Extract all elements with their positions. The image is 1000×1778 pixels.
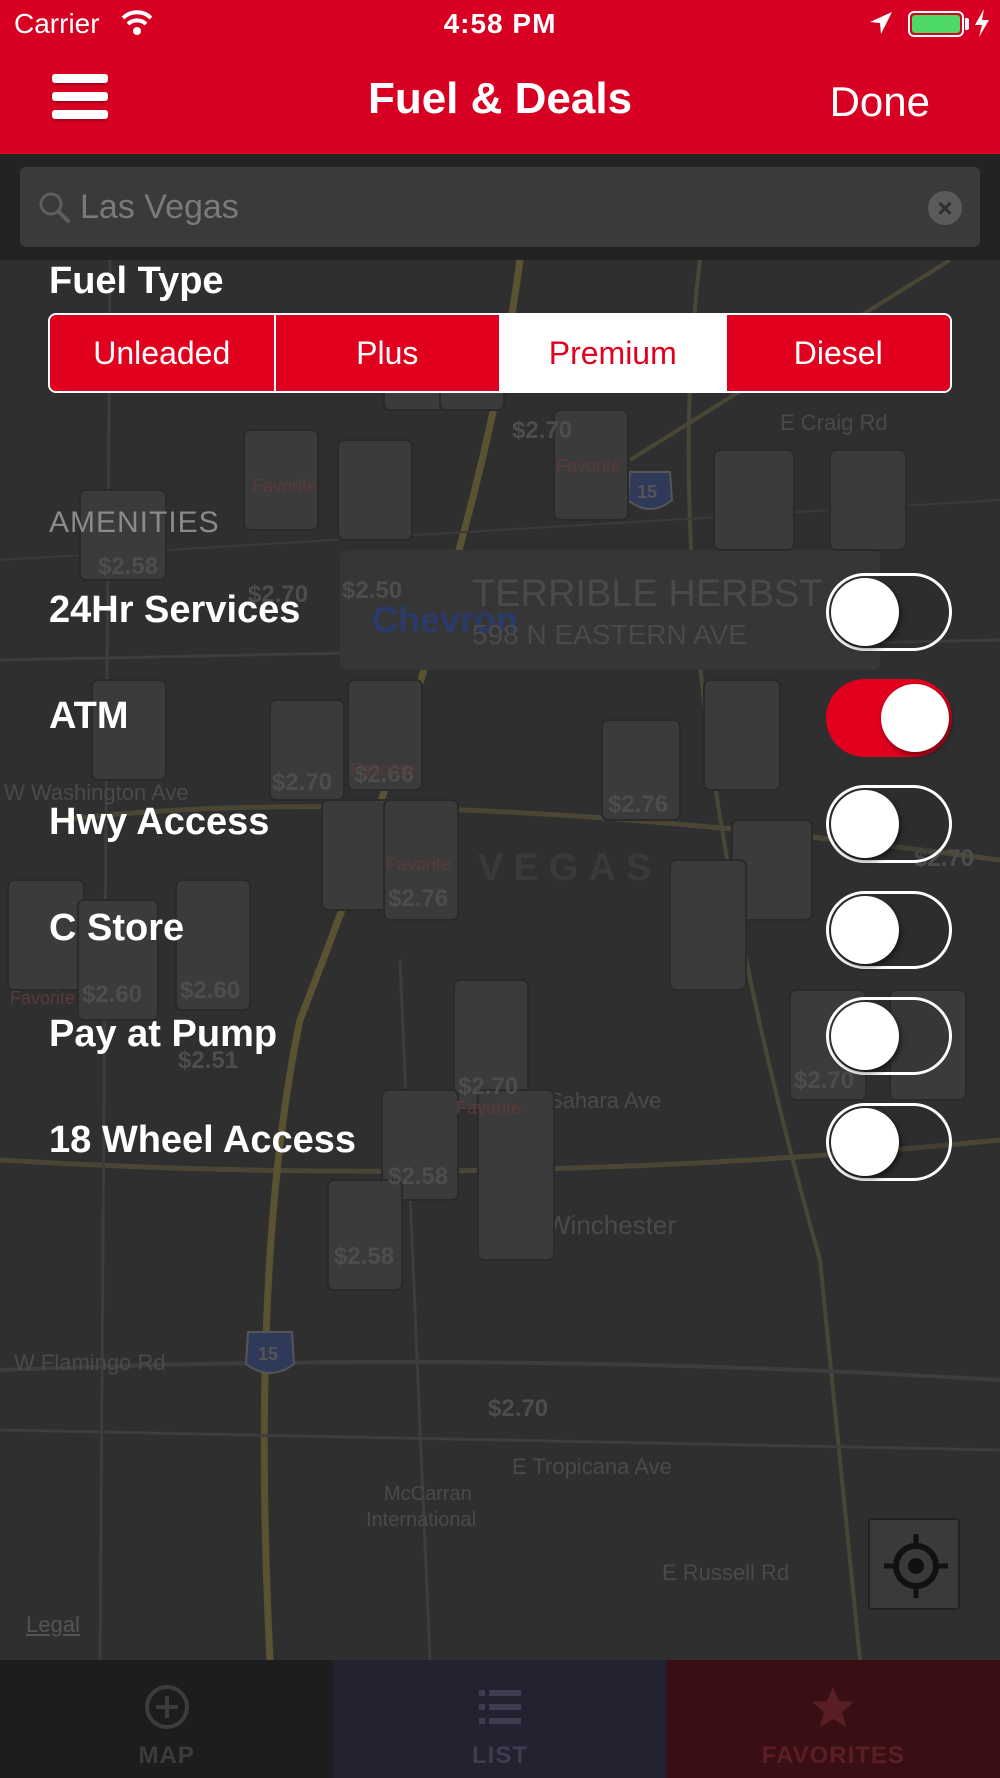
toggle-pay-at-pump[interactable] <box>826 997 952 1075</box>
svg-text:15: 15 <box>258 1344 278 1364</box>
tab-bar: MAP LIST FAVORITES <box>0 1660 1000 1778</box>
status-bar: Carrier 4:58 PM <box>0 0 1000 50</box>
crosshair-icon <box>884 1534 948 1598</box>
amenity-row-24hr: 24Hr Services <box>0 559 1000 665</box>
svg-text:International: International <box>366 1509 476 1531</box>
done-button[interactable]: Done <box>830 78 930 126</box>
svg-text:Winchester: Winchester <box>546 1210 676 1240</box>
amenity-label: 24Hr Services <box>49 589 301 631</box>
battery-cap <box>965 18 969 30</box>
svg-text:$2.58: $2.58 <box>334 1243 394 1270</box>
map-plus-icon <box>144 1685 189 1729</box>
map-legal-link[interactable]: Legal <box>26 1612 80 1638</box>
search-bar: × <box>20 167 980 247</box>
toggle-atm[interactable] <box>826 679 952 757</box>
amenity-label: Hwy Access <box>49 801 270 843</box>
toggle-18-wheel-access[interactable] <box>826 1103 952 1181</box>
search-icon <box>39 192 70 223</box>
status-time: 4:58 PM <box>443 8 557 39</box>
star-icon <box>812 1687 855 1727</box>
amenity-row-18-wheel: 18 Wheel Access <box>0 1089 1000 1195</box>
svg-text:McCarran: McCarran <box>384 1483 472 1505</box>
tab-label: LIST <box>471 1742 528 1769</box>
amenity-label: C Store <box>49 907 185 949</box>
tab-list[interactable]: LIST <box>333 1660 667 1778</box>
charging-bolt-icon <box>975 9 989 37</box>
battery-icon <box>908 11 964 37</box>
svg-text:W Flamingo Rd: W Flamingo Rd <box>14 1350 166 1375</box>
clear-search-icon[interactable]: × <box>928 191 962 225</box>
fuel-type-diesel[interactable]: Diesel <box>726 315 950 391</box>
tab-favorites[interactable]: FAVORITES <box>666 1660 1000 1778</box>
locate-me-button[interactable] <box>868 1518 960 1610</box>
amenity-label: Pay at Pump <box>49 1013 278 1055</box>
toggle-hwy-access[interactable] <box>826 785 952 863</box>
fuel-type-plus[interactable]: Plus <box>275 315 501 391</box>
svg-text:$2.70: $2.70 <box>512 417 572 444</box>
top-bar: Carrier 4:58 PM Fuel & Deals Done <box>0 0 1000 154</box>
svg-text:E Tropicana Ave: E Tropicana Ave <box>512 1454 672 1479</box>
list-icon <box>478 1690 521 1724</box>
svg-text:$2.70: $2.70 <box>488 1395 548 1422</box>
fuel-type-label: Fuel Type <box>49 260 224 302</box>
search-input[interactable] <box>80 179 920 235</box>
toggle-24hr-services[interactable] <box>826 573 952 651</box>
toggle-c-store[interactable] <box>826 891 952 969</box>
svg-text:E Craig Rd: E Craig Rd <box>780 410 888 435</box>
fuel-type-unleaded[interactable]: Unleaded <box>50 315 276 391</box>
tab-label: FAVORITES <box>761 1742 905 1769</box>
amenity-row-atm: ATM <box>0 665 1000 771</box>
svg-text:15: 15 <box>637 482 657 502</box>
amenity-label: 18 Wheel Access <box>49 1119 356 1161</box>
svg-text:Favorite: Favorite <box>252 476 317 496</box>
amenities-heading: AMENITIES <box>49 506 220 539</box>
search-bar-container: × <box>0 154 1000 260</box>
fuel-type-premium[interactable]: Premium <box>501 315 727 391</box>
amenity-row-hwy-access: Hwy Access <box>0 771 1000 877</box>
fuel-type-selector: Unleaded Plus Premium Diesel <box>48 313 952 393</box>
amenity-row-c-store: C Store <box>0 877 1000 983</box>
svg-text:Favorite: Favorite <box>556 456 621 476</box>
svg-text:E Russell Rd: E Russell Rd <box>662 1560 789 1585</box>
tab-label: MAP <box>138 1742 195 1769</box>
tab-map[interactable]: MAP <box>0 1660 334 1778</box>
amenity-row-pay-at-pump: Pay at Pump <box>0 983 1000 1089</box>
amenity-label: ATM <box>49 695 129 737</box>
location-arrow-icon <box>870 12 892 34</box>
